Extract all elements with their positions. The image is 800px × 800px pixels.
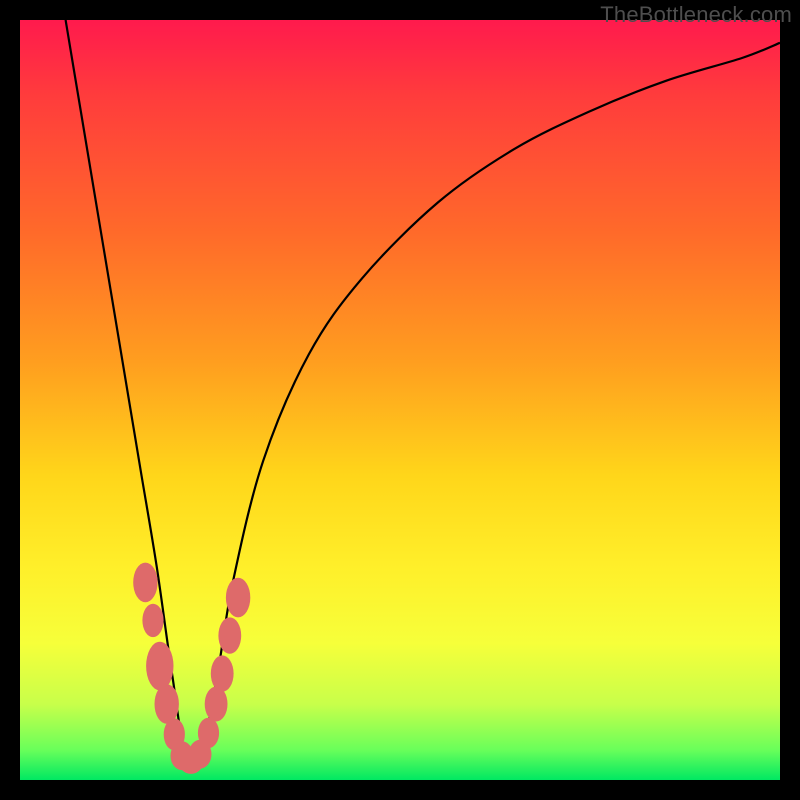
watermark-text: TheBottleneck.com bbox=[600, 2, 792, 28]
bead bbox=[198, 718, 219, 748]
bead bbox=[226, 578, 250, 618]
bead bbox=[142, 604, 163, 637]
bead bbox=[133, 563, 157, 603]
plot-area bbox=[20, 20, 780, 780]
bottleneck-curve bbox=[66, 20, 780, 770]
bead bbox=[146, 642, 173, 691]
bead-cluster bbox=[133, 563, 250, 774]
bead bbox=[155, 684, 179, 724]
bead bbox=[211, 655, 234, 691]
bead bbox=[218, 617, 241, 653]
bead bbox=[205, 687, 228, 722]
chart-frame: TheBottleneck.com bbox=[0, 0, 800, 800]
curve-layer bbox=[20, 20, 780, 780]
